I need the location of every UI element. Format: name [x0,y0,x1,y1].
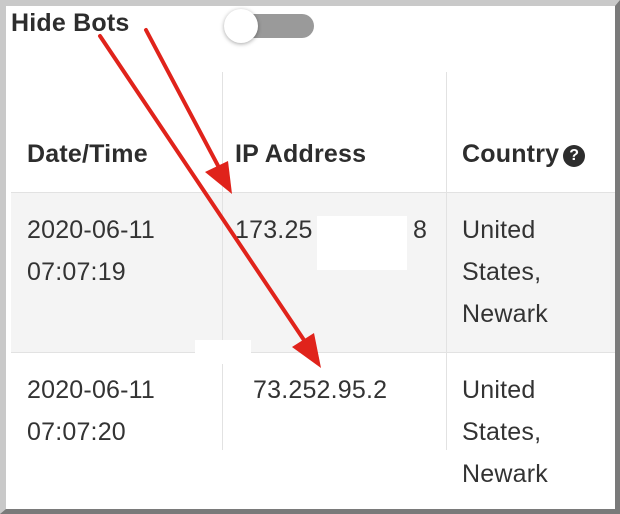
annotation-arrow-head [292,333,321,368]
annotation-arrow-head [205,161,232,194]
annotation-arrow-line [144,28,226,179]
annotation-arrow-line [98,34,314,354]
annotation-arrows [98,28,321,368]
